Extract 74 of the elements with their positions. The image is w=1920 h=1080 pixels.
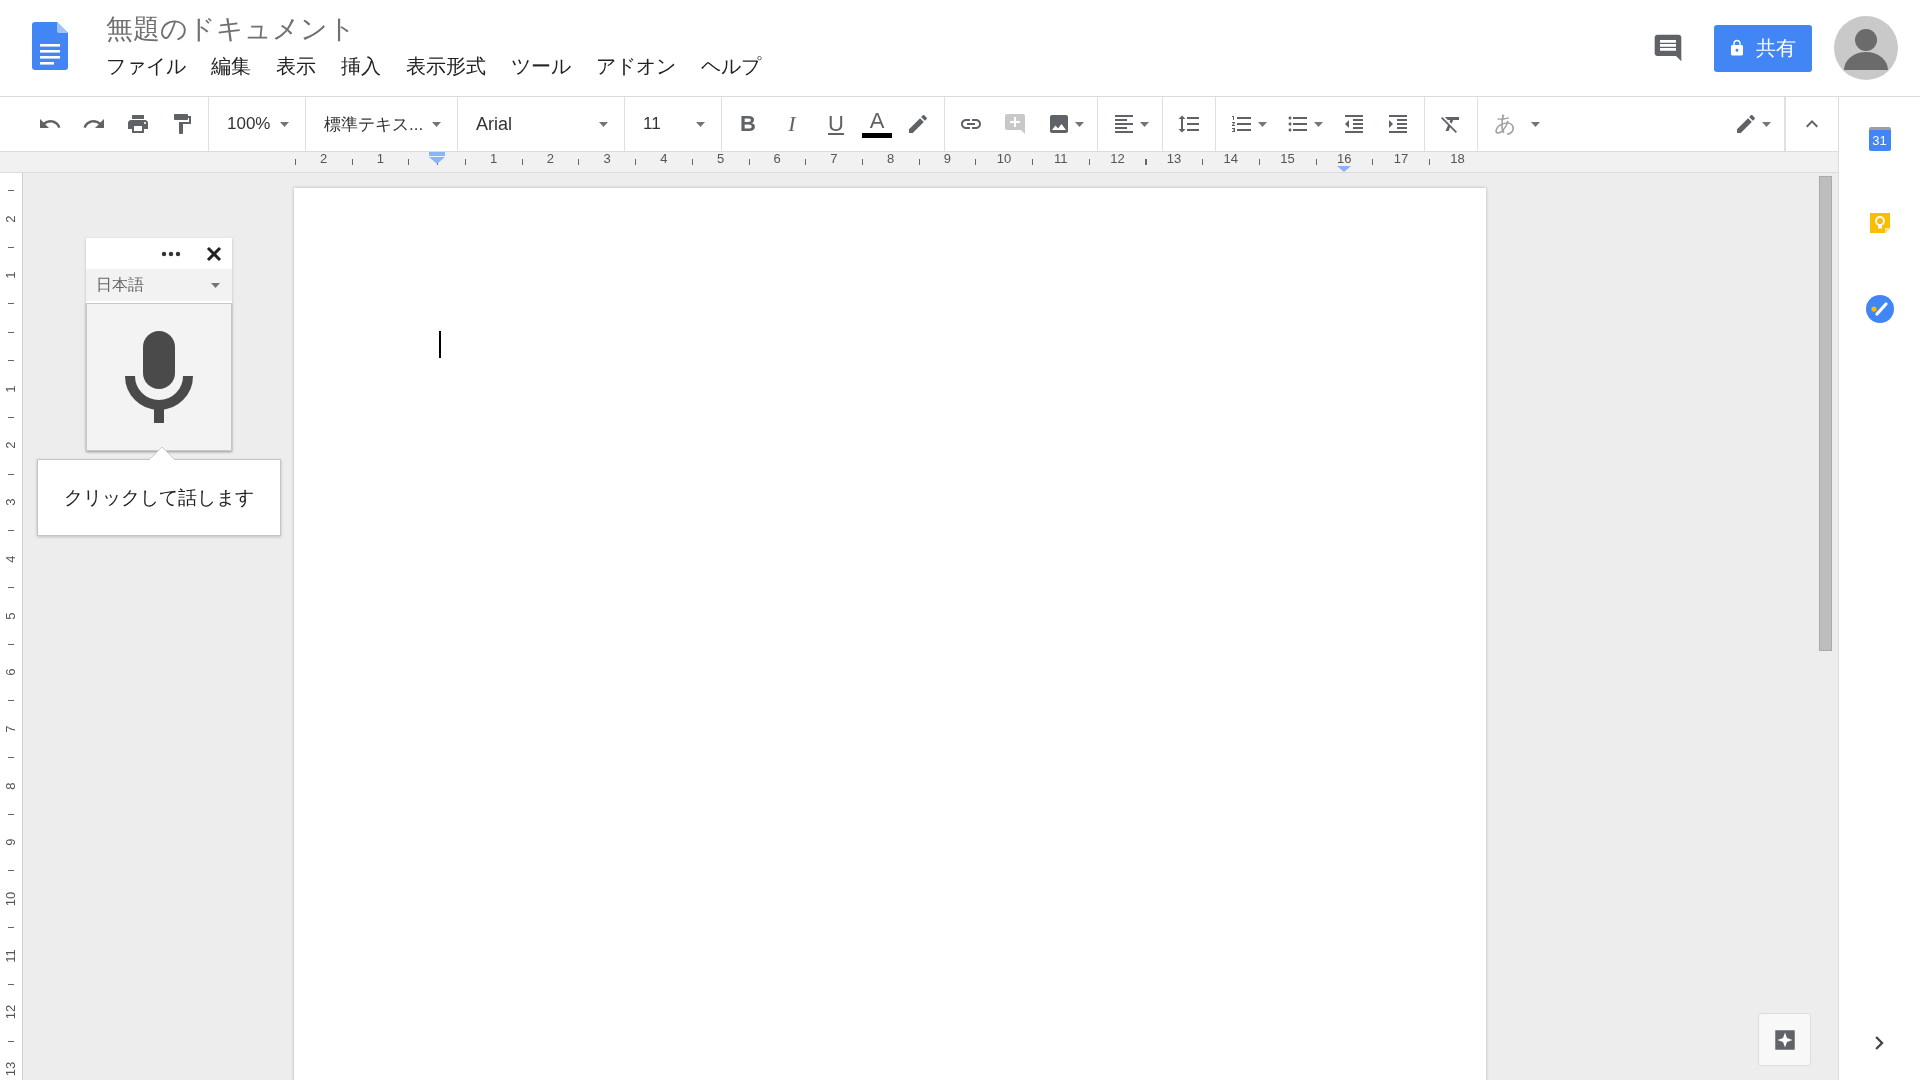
bold-button[interactable]: B — [730, 107, 766, 141]
ruler-number: 16 — [1335, 152, 1353, 166]
menu-item[interactable]: ファイル — [106, 52, 186, 80]
font-dropdown[interactable]: Arial — [466, 107, 616, 141]
ruler-number: 13 — [1165, 152, 1183, 166]
increase-indent-icon — [1386, 112, 1410, 136]
more-icon[interactable] — [161, 250, 181, 257]
caret-icon — [280, 121, 289, 127]
ruler-number: 1 — [375, 152, 385, 166]
ruler-number: 12 — [1109, 152, 1126, 166]
ruler-number: 18 — [1449, 152, 1466, 166]
underline-button[interactable]: U — [818, 107, 854, 141]
caret-icon — [599, 121, 608, 127]
tooltip-text: クリックして話します — [64, 485, 254, 510]
ruler-number: 17 — [1392, 152, 1410, 166]
close-icon[interactable] — [206, 245, 222, 262]
italic-button[interactable]: I — [774, 107, 810, 141]
zoom-dropdown[interactable]: 100% — [217, 107, 297, 141]
checkmark-circle-icon[interactable] — [1865, 295, 1894, 323]
calendar-icon[interactable]: 31 — [1868, 127, 1891, 151]
microphone-icon — [125, 331, 193, 423]
text-cursor — [439, 331, 441, 358]
document-logo-icon[interactable] — [32, 22, 68, 70]
ruler-number: 3 — [602, 152, 612, 166]
menu-item[interactable]: 編集 — [211, 52, 251, 80]
menu-item[interactable]: ヘルプ — [701, 52, 761, 80]
language-dropdown[interactable]: 日本語 — [86, 269, 232, 301]
caret-icon — [1074, 121, 1084, 127]
text-color-button[interactable]: A — [862, 110, 892, 138]
chevron-right-icon[interactable] — [1875, 1036, 1884, 1050]
ruler-number: 11 — [4, 947, 18, 964]
caret-icon — [696, 121, 705, 127]
avatar[interactable] — [1834, 16, 1898, 80]
ruler-number: 6 — [772, 152, 782, 166]
ruler-number: 12 — [4, 1004, 18, 1021]
ruler-number: 2 — [319, 152, 329, 166]
caret-icon — [1761, 121, 1771, 127]
ruler-number: 10 — [4, 891, 18, 907]
caret-icon — [1139, 121, 1149, 127]
lock-icon — [1728, 39, 1746, 57]
ruler-number: 13 — [4, 1061, 18, 1078]
scrollbar-thumb[interactable] — [1819, 176, 1832, 651]
ruler-number: 11 — [1052, 152, 1069, 166]
ruler-number: 9 — [942, 152, 952, 166]
share-button[interactable]: 共有 — [1714, 24, 1812, 72]
ruler-number: 7 — [829, 152, 839, 166]
menu-item[interactable]: 表示 — [276, 52, 316, 80]
caret-icon — [432, 121, 441, 127]
ruler-number: 10 — [995, 152, 1013, 166]
menu-item[interactable]: 挿入 — [341, 52, 381, 80]
ruler-number: 14 — [1222, 152, 1240, 166]
print-icon — [126, 112, 150, 136]
ruler-number: 2 — [545, 152, 555, 166]
menu-item[interactable]: ツール — [511, 52, 571, 80]
menu-item[interactable]: アドオン — [596, 52, 676, 80]
explore-button[interactable] — [1758, 1013, 1811, 1066]
indent-marker-icon[interactable] — [429, 152, 445, 164]
ruler-number: 8 — [886, 152, 896, 166]
style-dropdown[interactable]: 標準テキス... — [314, 107, 449, 141]
font-size-dropdown[interactable]: 11 — [633, 107, 713, 141]
ruler-number: 5 — [715, 152, 726, 166]
microphone-button[interactable] — [86, 303, 232, 451]
caret-icon — [211, 282, 220, 288]
add-comment-icon — [1003, 112, 1027, 136]
caret-icon — [1257, 121, 1267, 127]
caret-icon — [1313, 121, 1323, 127]
menu-item[interactable]: 表示形式 — [406, 52, 486, 80]
caret-icon — [1531, 121, 1540, 127]
ruler-number: 4 — [659, 152, 669, 166]
ruler-number: 1 — [489, 152, 499, 166]
decrease-indent-icon — [1342, 112, 1366, 136]
ruler-number: 15 — [1279, 152, 1296, 166]
marker-icon — [906, 112, 930, 136]
document-title[interactable]: 無題のドキュメント — [106, 10, 761, 47]
